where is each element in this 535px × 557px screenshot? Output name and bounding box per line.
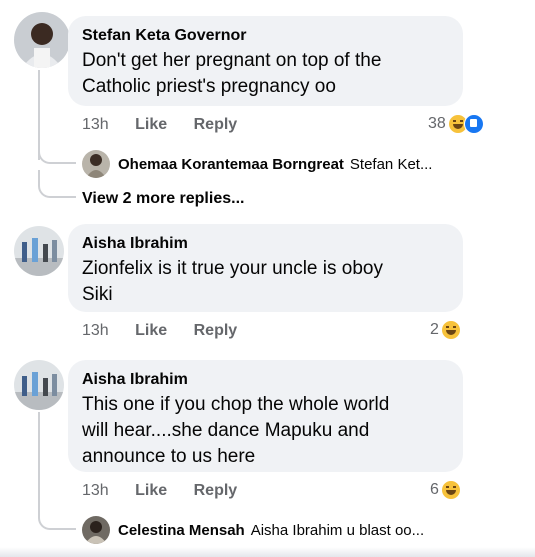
comment-time[interactable]: 13h [82,322,109,339]
comment-actions: 13h Like Reply [82,322,259,340]
reply-author[interactable]: Celestina Mensah [118,522,245,539]
avatar[interactable] [14,12,70,68]
comment-bubble: Aisha Ibrahim This one if you chop the w… [68,360,463,472]
thread-connector [38,500,76,530]
comment-actions: 13h Like Reply [82,482,259,500]
haha-emoji-icon [440,480,461,500]
reply-author[interactable]: Ohemaa Korantemaa Borngreat [118,156,344,173]
like-button[interactable]: Like [135,322,167,339]
avatar[interactable] [82,516,110,544]
like-reaction-icon [463,114,484,134]
reply-text: Aisha Ibrahim u blast oo... [250,521,425,539]
haha-emoji-icon [440,320,461,340]
comment-time[interactable]: 13h [82,482,109,499]
comment-bubble: Aisha Ibrahim Zionfelix is it true your … [68,224,463,312]
reply-button[interactable]: Reply [194,482,238,499]
reply-preview[interactable]: Celestina Mensah Aisha Ibrahim u blast o… [82,516,424,544]
comment-actions: 13h Like Reply [82,116,259,134]
thread-connector [38,140,76,164]
bottom-shadow [0,547,535,557]
thread-connector [38,170,76,198]
reaction-summary[interactable]: 38 [428,114,484,134]
like-button[interactable]: Like [135,482,167,499]
reply-preview[interactable]: Ohemaa Korantemaa Borngreat Stefan Ket..… [82,150,432,178]
thread-line [38,412,40,512]
comment-author[interactable]: Stefan Keta Governor [82,26,449,46]
reply-button[interactable]: Reply [194,322,238,339]
reaction-count: 2 [430,321,439,338]
view-more-replies-link[interactable]: View 2 more replies... [82,190,244,208]
avatar[interactable] [82,150,110,178]
comment-text: Don't get her pregnant on top of the Cat… [82,50,382,97]
comment-time[interactable]: 13h [82,116,109,133]
reply-button[interactable]: Reply [194,116,238,133]
reply-text: Stefan Ket... [349,155,433,173]
reaction-summary[interactable]: 2 [430,320,461,340]
avatar[interactable] [14,360,64,410]
reaction-summary[interactable]: 6 [430,480,461,500]
comment-text: This one if you chop the whole world wil… [82,394,390,467]
like-button[interactable]: Like [135,116,167,133]
comment-bubble: Stefan Keta Governor Don't get her pregn… [68,16,463,106]
comment-author[interactable]: Aisha Ibrahim [82,234,449,254]
reaction-count: 6 [430,481,439,498]
comment-author[interactable]: Aisha Ibrahim [82,370,449,390]
reaction-count: 38 [428,115,446,132]
comment-text: Zionfelix is it true your uncle is oboy … [82,258,383,305]
avatar[interactable] [14,226,64,276]
